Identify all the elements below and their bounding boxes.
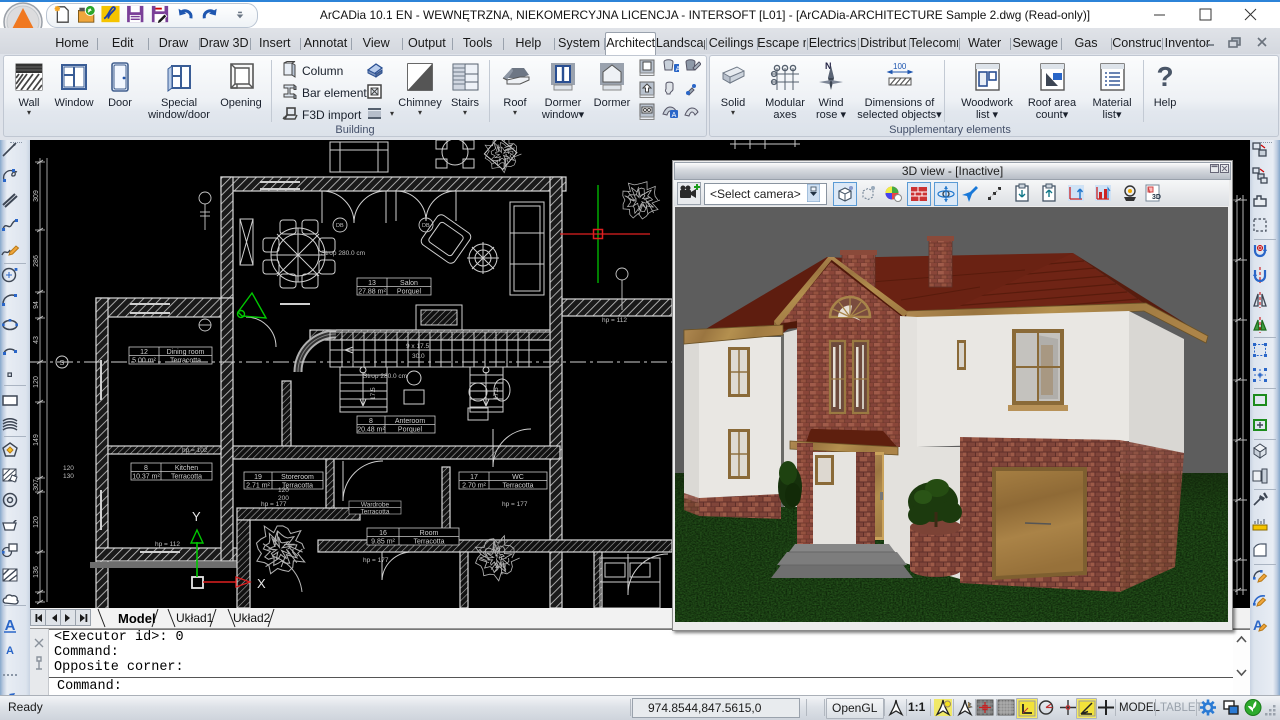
svg-text:hp = 177: hp = 177 bbox=[363, 557, 389, 564]
svg-text:120: 120 bbox=[33, 376, 40, 388]
svg-text:10.37 m²: 10.37 m² bbox=[132, 474, 160, 481]
svg-text:hp = 112: hp = 112 bbox=[602, 317, 627, 324]
svg-text:17: 17 bbox=[470, 474, 478, 481]
svg-text:43: 43 bbox=[33, 336, 40, 344]
svg-text:X: X bbox=[257, 576, 266, 591]
svg-text:Strop 280.0 cm: Strop 280.0 cm bbox=[363, 373, 407, 380]
svg-text:19: 19 bbox=[254, 474, 262, 481]
svg-text:Porquel: Porquel bbox=[397, 289, 422, 296]
svg-text:5.00 m²: 5.00 m² bbox=[132, 358, 156, 365]
svg-text:13: 13 bbox=[368, 280, 376, 287]
svg-text:Dining room: Dining room bbox=[167, 349, 205, 356]
svg-text:136: 136 bbox=[33, 566, 40, 578]
svg-text:17.5: 17.5 bbox=[493, 387, 500, 400]
svg-text:WC: WC bbox=[512, 474, 524, 481]
svg-text:Model: Model bbox=[118, 611, 156, 626]
svg-text:130: 130 bbox=[63, 473, 74, 480]
svg-text:8: 8 bbox=[144, 465, 148, 472]
svg-text:9.85 m²: 9.85 m² bbox=[371, 539, 395, 546]
svg-text:2.70 m²: 2.70 m² bbox=[462, 483, 486, 490]
svg-text:Room: Room bbox=[420, 530, 439, 537]
svg-text:Porquel: Porquel bbox=[398, 427, 423, 434]
svg-text:A: A bbox=[676, 66, 679, 73]
svg-text:9 x 17.5: 9 x 17.5 bbox=[406, 343, 430, 350]
svg-text:2.71 m²: 2.71 m² bbox=[246, 483, 270, 490]
svg-text:S: S bbox=[60, 360, 65, 367]
svg-text:Wardrobe: Wardrobe bbox=[361, 502, 390, 509]
svg-text:Terracotta: Terracotta bbox=[171, 474, 202, 481]
svg-text:Storeroom: Storeroom bbox=[281, 474, 314, 481]
svg-text:Y: Y bbox=[192, 509, 201, 524]
svg-text:100: 100 bbox=[893, 62, 907, 71]
svg-text:DB: DB bbox=[336, 223, 344, 229]
svg-text:Kitchen: Kitchen bbox=[175, 465, 198, 472]
svg-text:120: 120 bbox=[278, 487, 289, 494]
svg-text:8: 8 bbox=[369, 418, 373, 425]
svg-text:307: 307 bbox=[33, 479, 40, 491]
svg-text:Terracotta: Terracotta bbox=[170, 358, 201, 365]
svg-text:27.88 m²: 27.88 m² bbox=[358, 289, 386, 296]
svg-text:12: 12 bbox=[140, 349, 148, 356]
svg-text:120: 120 bbox=[63, 465, 74, 472]
svg-text:70: 70 bbox=[495, 555, 503, 562]
svg-text:149: 149 bbox=[33, 434, 40, 446]
svg-text:hp = 112: hp = 112 bbox=[155, 541, 180, 548]
svg-text:286: 286 bbox=[33, 255, 40, 267]
svg-text:Terracotta: Terracotta bbox=[361, 509, 390, 516]
svg-text:Układ2: Układ2 bbox=[233, 611, 271, 625]
svg-text:Strop 280.0 cm: Strop 280.0 cm bbox=[321, 250, 365, 257]
svg-text:Terracotta: Terracotta bbox=[502, 483, 533, 490]
svg-text:Terracotta: Terracotta bbox=[413, 539, 444, 546]
svg-text:?: ? bbox=[1156, 61, 1173, 92]
svg-text:A: A bbox=[672, 112, 677, 119]
svg-text:200: 200 bbox=[278, 495, 289, 502]
svg-text:Anteroom: Anteroom bbox=[395, 418, 426, 425]
svg-text:20.48 m²: 20.48 m² bbox=[357, 427, 385, 434]
svg-text:309: 309 bbox=[33, 190, 40, 202]
svg-text:3D: 3D bbox=[1152, 194, 1161, 201]
svg-text:A: A bbox=[6, 645, 14, 657]
svg-text:Salon: Salon bbox=[400, 280, 418, 287]
svg-text:120: 120 bbox=[33, 516, 40, 528]
svg-text:17.5: 17.5 bbox=[370, 387, 377, 400]
svg-text:hp = 177: hp = 177 bbox=[261, 501, 287, 508]
svg-text:94: 94 bbox=[33, 301, 40, 309]
svg-text:Układ1: Układ1 bbox=[176, 611, 214, 625]
svg-text:hp = 102: hp = 102 bbox=[182, 447, 208, 454]
svg-text:200: 200 bbox=[495, 563, 506, 570]
svg-text:30.0: 30.0 bbox=[412, 353, 425, 360]
svg-text:DB: DB bbox=[422, 223, 430, 229]
svg-text:16: 16 bbox=[379, 530, 387, 537]
svg-text:hp = 177: hp = 177 bbox=[502, 501, 528, 508]
